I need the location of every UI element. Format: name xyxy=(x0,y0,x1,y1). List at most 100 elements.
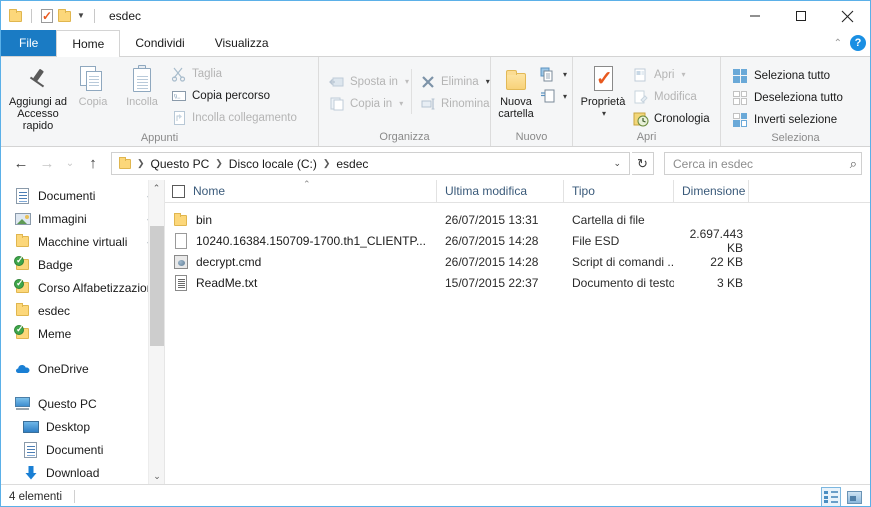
details-view-icon[interactable] xyxy=(821,487,841,506)
new-folder-icon xyxy=(502,64,530,96)
nav-item-immagini[interactable]: Immagini xyxy=(1,207,164,230)
copy-path-icon: \\.. xyxy=(171,88,187,104)
select-all-checkbox[interactable] xyxy=(172,184,185,198)
copy-icon xyxy=(78,64,108,96)
nav-item-badge[interactable]: Badge xyxy=(1,253,164,276)
ribbon-group-apri: ✓ Proprietà ▾ Apri ▾ Modifica Cronologia… xyxy=(573,57,721,146)
new-folder-button[interactable]: Nuova cartella xyxy=(494,61,538,120)
file-name-cell[interactable]: ReadMe.txt xyxy=(165,274,437,291)
copy-button[interactable]: Copia xyxy=(69,61,117,108)
paste-shortcut-button[interactable]: Incolla collegamento xyxy=(167,107,301,128)
pin-to-quick-access-button[interactable]: Aggiungi ad Accesso rapido xyxy=(7,61,69,132)
copy-to-caret-icon[interactable]: ▾ xyxy=(399,99,403,108)
invert-selection-button[interactable]: Inverti selezione xyxy=(729,109,847,130)
search-box[interactable]: Cerca in esdec ⌕ xyxy=(664,152,862,175)
file-name-cell[interactable]: 10240.16384.150709-1700.th1_CLIENTP... xyxy=(165,232,437,249)
nav-item-meme[interactable]: Meme xyxy=(1,322,164,345)
delete-icon xyxy=(420,74,436,90)
scrollbar-thumb[interactable] xyxy=(150,226,164,346)
nav-item-onedrive[interactable]: OneDrive xyxy=(1,357,164,380)
search-input[interactable]: Cerca in esdec xyxy=(673,157,850,171)
close-icon[interactable] xyxy=(824,1,870,31)
column-header-ultima-modifica[interactable]: Ultima modifica xyxy=(437,179,564,203)
qat-folder-icon[interactable] xyxy=(7,7,25,25)
collapse-ribbon-icon[interactable]: ⌃ xyxy=(834,38,842,49)
qat-dropdown-caret-icon[interactable]: ▼ xyxy=(74,7,88,25)
properties-caret-icon[interactable]: ▾ xyxy=(602,108,606,120)
help-icon[interactable]: ? xyxy=(850,35,866,51)
qat-divider-1 xyxy=(31,9,32,23)
move-to-button[interactable]: Sposta in ▾ xyxy=(325,71,411,92)
qat-properties-icon[interactable]: ✓ xyxy=(38,7,56,25)
tab-condividi[interactable]: Condividi xyxy=(120,30,199,56)
new-folder-label-line1: Nuova xyxy=(500,96,532,108)
nav-item-download[interactable]: Download xyxy=(1,461,164,484)
maximize-icon[interactable] xyxy=(778,1,824,31)
tab-home[interactable]: Home xyxy=(56,30,121,57)
move-to-caret-icon[interactable]: ▾ xyxy=(405,77,409,86)
table-row[interactable]: ReadMe.txt 15/07/2015 22:37 Documento di… xyxy=(165,272,870,293)
open-button[interactable]: Apri ▾ xyxy=(629,64,714,85)
navigation-scrollbar[interactable]: ⌃ ⌄ xyxy=(148,180,164,484)
breadcrumb-item-1[interactable]: Disco locale (C:) xyxy=(226,157,320,171)
nav-item-documenti-quick[interactable]: Documenti xyxy=(1,184,164,207)
file-name-cell[interactable]: decrypt.cmd xyxy=(165,254,437,270)
paste-button[interactable]: Incolla xyxy=(117,61,167,108)
nav-label: OneDrive xyxy=(38,361,89,376)
select-none-button[interactable]: Deseleziona tutto xyxy=(729,87,847,108)
up-button[interactable]: ↑ xyxy=(81,152,105,176)
group-label-apri: Apri xyxy=(636,131,657,143)
edit-button[interactable]: Modifica xyxy=(629,86,714,107)
column-header-tipo[interactable]: Tipo xyxy=(564,179,674,203)
column-header-row: ⌃ Nome Ultima modifica Tipo Dimensione xyxy=(165,179,870,203)
nav-item-desktop[interactable]: Desktop xyxy=(1,415,164,438)
address-bar: ← → ⌄ ↑ ❯ Questo PC ❯ Disco locale (C:) … xyxy=(1,147,870,180)
delete-caret-icon[interactable]: ▾ xyxy=(486,77,490,86)
qat-new-folder-icon[interactable] xyxy=(56,7,74,25)
file-rows: bin 26/07/2015 13:31 Cartella di file 10… xyxy=(165,203,870,293)
status-bar: 4 elementi xyxy=(1,484,870,506)
table-row[interactable]: 10240.16384.150709-1700.th1_CLIENTP... 2… xyxy=(165,227,870,255)
delete-button[interactable]: Elimina ▾ xyxy=(416,71,493,92)
back-button[interactable]: ← xyxy=(9,152,33,176)
easy-access-button[interactable]: ▾ xyxy=(538,86,569,107)
large-icons-view-icon[interactable] xyxy=(844,487,864,506)
scroll-up-icon[interactable]: ⌃ xyxy=(149,180,164,196)
breadcrumb-dropdown-icon[interactable]: ⌄ xyxy=(607,158,627,169)
nav-item-questo-pc[interactable]: Questo PC xyxy=(1,392,164,415)
tab-visualizza[interactable]: Visualizza xyxy=(200,30,284,56)
rename-button[interactable]: Rinomina xyxy=(416,93,493,114)
history-button[interactable]: Cronologia xyxy=(629,108,714,129)
column-header-nome[interactable]: Nome xyxy=(165,179,437,203)
open-caret-icon[interactable]: ▾ xyxy=(681,70,685,79)
tab-file[interactable]: File xyxy=(1,30,57,56)
nav-label: Documenti xyxy=(38,188,96,203)
properties-button[interactable]: ✓ Proprietà ▾ xyxy=(577,61,629,120)
nav-item-esdec[interactable]: esdec xyxy=(1,299,164,322)
new-item-button[interactable]: ▾ xyxy=(538,64,569,85)
cut-button[interactable]: Taglia xyxy=(167,63,301,84)
table-row[interactable]: decrypt.cmd 26/07/2015 14:28 Script di c… xyxy=(165,251,870,272)
breadcrumb-item-2[interactable]: esdec xyxy=(333,157,371,171)
easy-access-caret-icon[interactable]: ▾ xyxy=(563,92,567,101)
new-item-caret-icon[interactable]: ▾ xyxy=(563,70,567,79)
nav-item-corso-alfabetizzazione[interactable]: Corso Alfabetizzazione xyxy=(1,276,164,299)
copy-path-button[interactable]: \\.. Copia percorso xyxy=(167,85,301,106)
search-icon[interactable]: ⌕ xyxy=(850,156,857,172)
svg-text:\\..: \\.. xyxy=(174,94,181,100)
file-name-cell[interactable]: bin xyxy=(165,212,437,228)
nav-item-documenti[interactable]: Documenti xyxy=(1,438,164,461)
table-row[interactable]: bin 26/07/2015 13:31 Cartella di file xyxy=(165,209,870,230)
refresh-button[interactable]: ↻ xyxy=(632,152,654,175)
forward-button[interactable]: → xyxy=(35,152,59,176)
nav-item-macchine-virtuali[interactable]: Macchine virtuali xyxy=(1,230,164,253)
scroll-down-icon[interactable]: ⌄ xyxy=(149,468,164,484)
minimize-icon[interactable] xyxy=(732,1,778,31)
file-explorer-window: ✓ ▼ esdec File Home Condividi Visualizza… xyxy=(0,0,871,507)
select-all-button[interactable]: Seleziona tutto xyxy=(729,65,847,86)
breadcrumb-item-0[interactable]: Questo PC xyxy=(148,157,213,171)
copy-to-button[interactable]: Copia in ▾ xyxy=(325,93,411,114)
breadcrumb-bar[interactable]: ❯ Questo PC ❯ Disco locale (C:) ❯ esdec … xyxy=(111,152,630,175)
column-header-dimensione[interactable]: Dimensione xyxy=(674,179,749,203)
recent-locations-button[interactable]: ⌄ xyxy=(61,152,79,176)
